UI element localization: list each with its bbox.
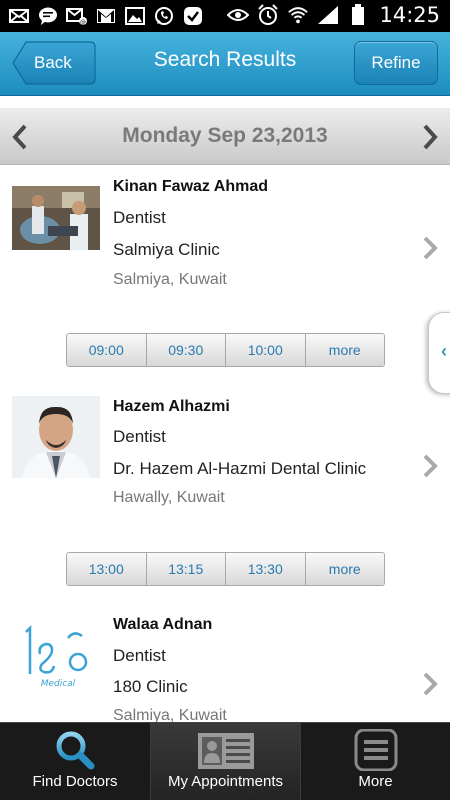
- whatsapp-icon: [153, 5, 175, 27]
- chevron-right-icon[interactable]: [420, 234, 440, 262]
- check-icon: [182, 5, 204, 27]
- clinic-location: Salmiya, Kuwait: [113, 707, 227, 722]
- tab-label: My Appointments: [167, 773, 284, 790]
- appointments-card-icon: [196, 729, 256, 771]
- tab-label: Find Doctors: [32, 773, 118, 790]
- doctor-photo: [12, 186, 100, 250]
- time-slot-button[interactable]: 13:15: [146, 553, 226, 585]
- time-slot-button[interactable]: 13:00: [67, 553, 147, 585]
- clinic-logo: Medical: [12, 624, 100, 690]
- chevron-left-icon: ‹: [441, 341, 447, 361]
- doctor-photo: [12, 396, 100, 478]
- time-slot-button[interactable]: 10:00: [226, 334, 306, 366]
- wifi-icon: [287, 4, 309, 26]
- alarm-icon: [257, 4, 279, 26]
- doctor-name: Hazem Alhazmi: [113, 398, 230, 415]
- status-time: 14:25: [379, 3, 440, 27]
- date-bar: Monday Sep 23,2013: [0, 108, 450, 165]
- chat-icon: [37, 5, 59, 27]
- doctor-specialty: Dentist: [113, 208, 166, 227]
- gmail-icon: [95, 5, 117, 27]
- tab-find-doctors[interactable]: Find Doctors: [0, 723, 150, 800]
- time-slot-button[interactable]: 09:30: [146, 334, 226, 366]
- doctor-specialty: Dentist: [113, 427, 166, 446]
- eye-icon: [227, 4, 250, 26]
- clinic-name: 180 Clinic: [113, 677, 188, 696]
- time-slot-button[interactable]: 13:30: [226, 553, 306, 585]
- svg-text:@: @: [80, 19, 86, 26]
- bottom-tab-bar: Find Doctors My Appointments More: [0, 722, 450, 800]
- tab-more[interactable]: More: [300, 723, 450, 800]
- clinic-name: Dr. Hazem Al-Hazmi Dental Clinic: [113, 459, 367, 478]
- magnifier-icon: [53, 729, 97, 771]
- time-slot-bar: 13:00 13:15 13:30 more: [66, 552, 385, 586]
- chevron-right-icon[interactable]: [420, 670, 440, 698]
- doctor-name: Kinan Fawaz Ahmad: [113, 178, 268, 195]
- clinic-name: Salmiya Clinic: [113, 240, 220, 259]
- doctor-result[interactable]: Hazem Alhazmi Dentist Dr. Hazem Al-Hazmi…: [0, 384, 450, 602]
- clinic-location: Hawally, Kuwait: [113, 489, 225, 506]
- clinic-location: Salmiya, Kuwait: [113, 271, 227, 288]
- doctor-specialty: Dentist: [113, 646, 166, 665]
- time-slot-bar: 09:00 09:30 10:00 more: [66, 333, 385, 367]
- doctor-result[interactable]: Medical Walaa Adnan Dentist 180 Clinic S…: [0, 602, 450, 722]
- battery-icon: [347, 4, 369, 26]
- tab-my-appointments[interactable]: My Appointments: [150, 723, 300, 800]
- doctor-name: Walaa Adnan: [113, 616, 213, 633]
- more-slots-button[interactable]: more: [305, 334, 384, 366]
- email-notification-icon: @: [66, 5, 88, 27]
- image-icon: [124, 5, 146, 27]
- clinic-logo-text: Medical: [41, 679, 76, 689]
- app-header: Back Search Results Refine: [0, 32, 450, 96]
- next-day-arrow-icon[interactable]: [418, 122, 442, 152]
- status-bar: @ 14:25: [0, 0, 450, 32]
- date-label: Monday Sep 23,2013: [122, 124, 328, 147]
- mail-icon: [8, 5, 30, 27]
- chevron-right-icon[interactable]: [420, 452, 440, 480]
- more-list-icon: [354, 728, 398, 772]
- refine-button[interactable]: Refine: [354, 41, 438, 85]
- time-slot-button[interactable]: 09:00: [67, 334, 147, 366]
- side-drawer-handle[interactable]: ‹: [428, 312, 450, 394]
- doctor-result[interactable]: Kinan Fawaz Ahmad Dentist Salmiya Clinic…: [0, 166, 450, 384]
- more-slots-button[interactable]: more: [305, 553, 384, 585]
- tab-label: More: [358, 773, 393, 790]
- signal-icon: [317, 4, 339, 26]
